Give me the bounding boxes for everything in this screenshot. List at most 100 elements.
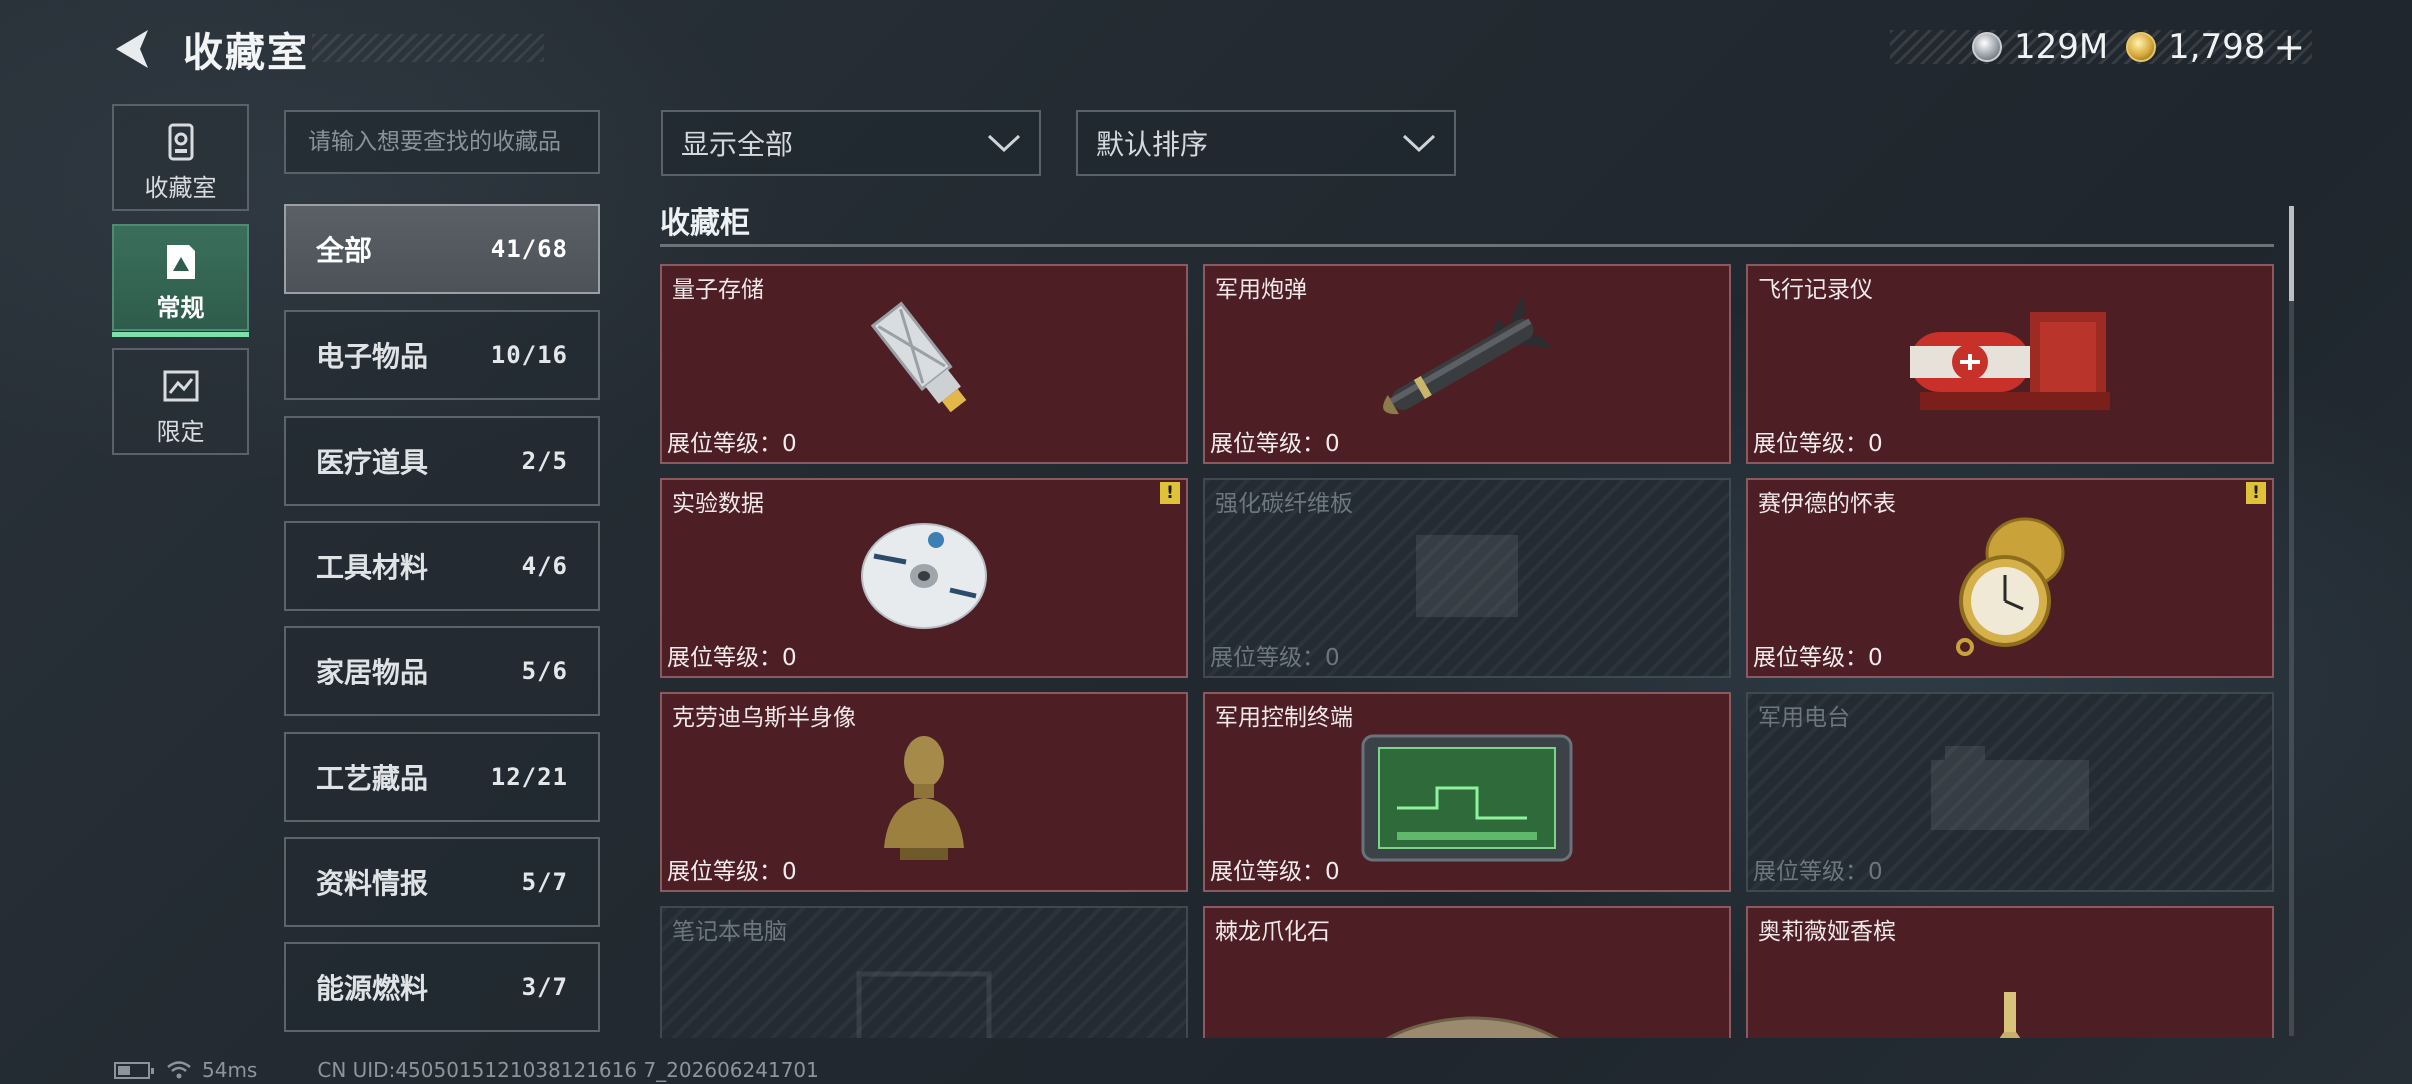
category-count: 5/7 — [521, 868, 568, 896]
level-label: 展位等级： — [667, 431, 782, 457]
wifi-icon — [167, 1061, 191, 1079]
category-count: 5/6 — [521, 657, 568, 685]
item-level: 展位等级：0 — [667, 424, 797, 458]
level-value: 0 — [1868, 431, 1883, 457]
level-value: 0 — [1325, 859, 1340, 885]
level-value: 0 — [782, 645, 797, 671]
user-uid: CN UID:4505015121038121616 7_20260624170… — [317, 1058, 819, 1082]
level-value: 0 — [1868, 859, 1883, 885]
item-name: 军用电台 — [1758, 705, 1850, 731]
item-card-claw-fossil[interactable]: 棘龙爪化石 — [1203, 906, 1731, 1038]
level-label: 展位等级： — [667, 859, 782, 885]
item-card-champagne[interactable]: 奥莉薇娅香槟 — [1746, 906, 2274, 1038]
flight-recorder-icon — [1890, 292, 2130, 436]
item-card-pocket-watch[interactable]: 赛伊德的怀表 ! 展位等级：0 — [1746, 478, 2274, 678]
item-level: 展位等级：0 — [667, 638, 797, 672]
category-name: 能源燃料 — [316, 972, 429, 1005]
search-input[interactable] — [284, 110, 600, 174]
item-name: 量子存储 — [672, 277, 764, 303]
category-name: 电子物品 — [316, 340, 429, 373]
level-value: 0 — [1325, 431, 1340, 457]
item-card-laptop[interactable]: 笔记本电脑 — [660, 906, 1188, 1038]
category-tools[interactable]: 工具材料 4/6 — [284, 521, 600, 611]
category-crafts[interactable]: 工艺藏品 12/21 — [284, 732, 600, 822]
category-count: 12/21 — [490, 763, 568, 791]
item-name: 棘龙爪化石 — [1215, 919, 1330, 945]
level-label: 展位等级： — [1210, 645, 1325, 671]
item-level: 展位等级：0 — [1753, 424, 1883, 458]
item-card-carbon-plate[interactable]: 强化碳纤维板 展位等级：0 — [1203, 478, 1731, 678]
back-button[interactable] — [110, 26, 156, 72]
category-name: 全部 — [316, 234, 373, 267]
gold-currency-value: 1,798 — [2168, 27, 2266, 67]
category-name: 工艺藏品 — [316, 762, 429, 795]
item-level: 展位等级：0 — [1753, 852, 1883, 886]
category-name: 医疗道具 — [316, 446, 429, 479]
category-name: 家居物品 — [316, 656, 429, 689]
regular-collection-icon — [161, 242, 201, 282]
level-label: 展位等级： — [667, 645, 782, 671]
section-divider — [660, 244, 2274, 247]
page-title: 收藏室 — [183, 30, 309, 76]
level-value: 0 — [1868, 645, 1883, 671]
nav-label: 限定 — [156, 418, 205, 446]
collection-room-icon — [161, 122, 201, 162]
limited-collection-icon — [161, 366, 201, 406]
category-name: 工具材料 — [316, 551, 429, 584]
item-card-control-terminal[interactable]: 军用控制终端 展位等级：0 — [1203, 692, 1731, 892]
scrollbar-track[interactable] — [2289, 206, 2294, 1036]
item-card-experiment-data[interactable]: 实验数据 ! 展位等级：0 — [660, 478, 1188, 678]
item-name: 强化碳纤维板 — [1215, 491, 1353, 517]
item-level: 展位等级：0 — [1210, 852, 1340, 886]
status-footer: 54ms CN UID:4505015121038121616 7_202606… — [114, 1058, 819, 1082]
section-title: 收藏柜 — [660, 206, 750, 241]
collection-grid: 量子存储 展位等级：0 军用炮弹 展位等级：0 飞行记录仪 展位等级：0 实验数… — [658, 262, 2278, 1038]
sort-dropdown[interactable]: 默认排序 — [1076, 110, 1456, 176]
item-name: 笔记本电脑 — [672, 919, 787, 945]
filter-dropdown[interactable]: 显示全部 — [661, 110, 1041, 176]
back-arrow-icon — [116, 30, 148, 68]
nav-limited[interactable]: 限定 — [112, 348, 249, 455]
item-name: 飞行记录仪 — [1758, 277, 1873, 303]
silver-currency-value: 129M — [2014, 27, 2109, 67]
missile-icon — [1352, 287, 1582, 441]
chevron-down-icon — [987, 134, 1021, 153]
silver-coin-icon — [1972, 32, 2002, 62]
category-household[interactable]: 家居物品 5/6 — [284, 626, 600, 716]
item-card-military-shell[interactable]: 军用炮弹 展位等级：0 — [1203, 264, 1731, 464]
category-intel[interactable]: 资料情报 5/7 — [284, 837, 600, 927]
carbon-plate-icon — [1412, 531, 1522, 625]
sort-selected: 默认排序 — [1096, 128, 1209, 161]
add-currency-button[interactable]: + — [2273, 25, 2305, 69]
radio-icon — [1925, 740, 2095, 844]
item-name: 军用控制终端 — [1215, 705, 1353, 731]
ping-value: 54ms — [202, 1058, 258, 1082]
category-medical[interactable]: 医疗道具 2/5 — [284, 416, 600, 506]
chevron-down-icon — [1402, 134, 1436, 153]
item-name: 奥莉薇娅香槟 — [1758, 919, 1896, 945]
nav-regular[interactable]: 常规 — [112, 224, 249, 337]
category-count: 2/5 — [521, 447, 568, 475]
category-electronics[interactable]: 电子物品 10/16 — [284, 310, 600, 400]
champagne-icon — [1985, 990, 2035, 1038]
item-card-quantum-storage[interactable]: 量子存储 展位等级：0 — [660, 264, 1188, 464]
category-energy[interactable]: 能源燃料 3/7 — [284, 942, 600, 1032]
category-all[interactable]: 全部 41/68 — [284, 204, 600, 294]
nav-label: 收藏室 — [144, 174, 217, 202]
scrollbar-thumb[interactable] — [2289, 206, 2294, 301]
level-label: 展位等级： — [1753, 645, 1868, 671]
item-card-military-radio[interactable]: 军用电台 展位等级：0 — [1746, 692, 2274, 892]
level-value: 0 — [1325, 645, 1340, 671]
item-card-flight-recorder[interactable]: 飞行记录仪 展位等级：0 — [1746, 264, 2274, 464]
category-count: 41/68 — [490, 235, 568, 263]
nav-label: 常规 — [156, 294, 205, 322]
item-level: 展位等级：0 — [1210, 638, 1340, 672]
level-value: 0 — [782, 859, 797, 885]
item-card-claudius-bust[interactable]: 克劳迪乌斯半身像 展位等级：0 — [660, 692, 1188, 892]
item-level: 展位等级：0 — [1210, 424, 1340, 458]
nav-collection-room[interactable]: 收藏室 — [112, 104, 249, 211]
item-level: 展位等级：0 — [1753, 638, 1883, 672]
alert-badge: ! — [1160, 482, 1180, 504]
item-name: 克劳迪乌斯半身像 — [672, 705, 856, 731]
filter-selected: 显示全部 — [681, 128, 794, 161]
